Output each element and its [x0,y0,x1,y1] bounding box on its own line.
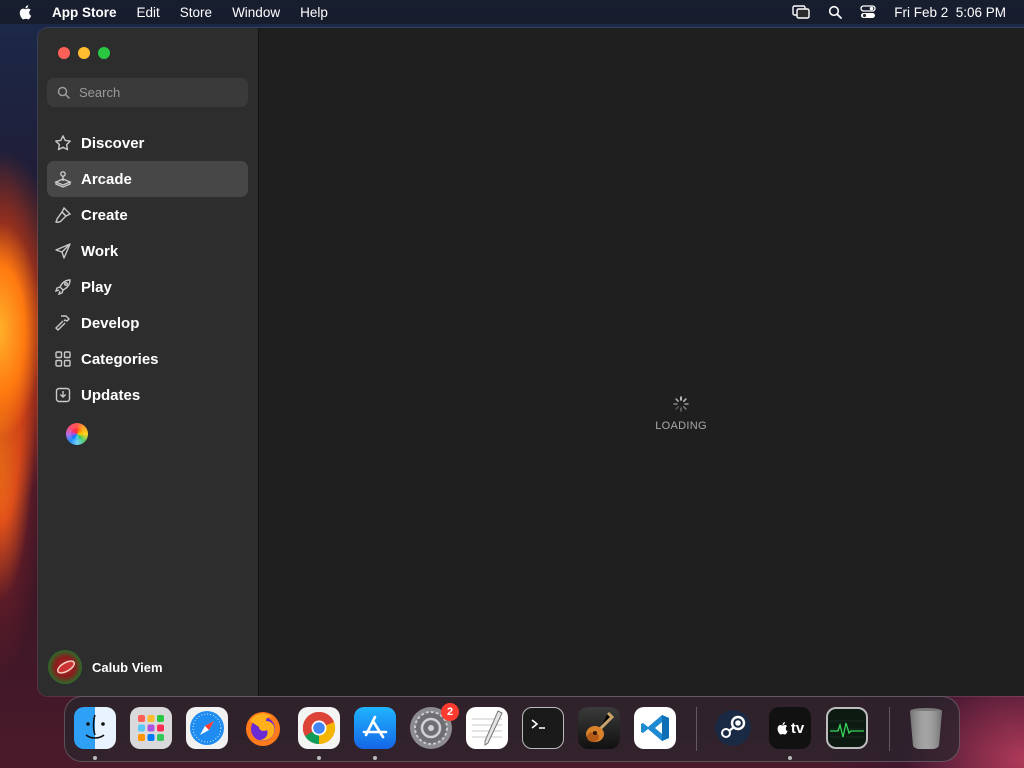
menu-edit[interactable]: Edit [137,5,160,20]
loading-indicator: LOADING [636,396,726,432]
trash-icon[interactable] [905,707,947,749]
star-icon [53,133,73,153]
zoom-window-button[interactable] [98,47,110,59]
sidebar-item-label: Work [81,242,119,260]
finder-icon[interactable] [74,707,116,749]
main-content: LOADING [259,28,1024,696]
loading-label: LOADING [655,420,707,432]
app-store-window: Discover Arcade Create Work [38,28,1024,696]
sidebar-nav: Discover Arcade Create Work Play Develop… [47,125,248,413]
running-indicator [317,756,321,760]
firefox-icon[interactable] [242,707,284,749]
running-indicator [788,756,792,760]
sidebar-item-label: Categories [81,350,159,368]
vscode-icon[interactable] [634,707,676,749]
launchpad-icon[interactable] [130,707,172,749]
download-tray-icon [53,385,73,405]
menu-help[interactable]: Help [300,5,328,20]
chrome-icon[interactable] [298,707,340,749]
sidebar-item-develop[interactable]: Develop [47,305,248,341]
avatar [48,650,82,684]
safari-icon[interactable] [186,707,228,749]
search-field[interactable] [47,78,248,107]
minimize-window-button[interactable] [78,47,90,59]
sidebar-item-label: Create [81,206,128,224]
joystick-icon [53,169,73,189]
steam-icon[interactable] [712,707,754,749]
menubar-clock[interactable]: Fri Feb 2 5:06 PM [894,5,1006,20]
menu-bar: App Store Edit Store Window Help Fri Feb… [0,0,1024,24]
dock-separator [889,707,890,751]
sidebar: Discover Arcade Create Work [38,28,259,696]
running-indicator [93,756,97,760]
sidebar-item-label: Develop [81,314,140,332]
activity-monitor-icon[interactable] [826,707,868,749]
dock: 2 tv [64,696,960,762]
apple-logo-icon[interactable] [18,4,34,20]
sidebar-item-discover[interactable]: Discover [47,125,248,161]
window-controls [58,47,110,59]
textedit-icon[interactable] [466,707,508,749]
screen-mirroring-icon[interactable] [792,5,810,19]
apple-tv-label: tv [790,719,805,737]
paper-plane-icon [53,241,73,261]
color-picker-icon[interactable] [66,423,88,445]
sidebar-item-work[interactable]: Work [47,233,248,269]
sidebar-item-label: Updates [81,386,141,404]
app-store-icon[interactable] [354,707,396,749]
close-window-button[interactable] [58,47,70,59]
control-center-icon[interactable] [860,5,876,19]
apple-tv-icon[interactable]: tv [769,707,811,749]
sidebar-item-label: Discover [81,134,145,152]
notification-badge: 2 [441,703,459,721]
account-name: Calub Viem [92,659,163,675]
rocket-icon [53,277,73,297]
garageband-icon[interactable] [578,707,620,749]
spotlight-search-icon[interactable] [828,5,843,19]
sidebar-item-arcade[interactable]: Arcade [47,161,248,197]
sidebar-item-label: Play [81,278,112,296]
sidebar-item-play[interactable]: Play [47,269,248,305]
sidebar-item-create[interactable]: Create [47,197,248,233]
grid-icon [53,349,73,369]
search-icon [57,86,70,99]
account-profile[interactable]: Calub Viem [48,650,163,684]
menu-store[interactable]: Store [180,5,212,20]
spinner-icon [673,396,689,412]
sidebar-item-label: Arcade [81,170,132,188]
sidebar-item-categories[interactable]: Categories [47,341,248,377]
terminal-icon[interactable] [522,707,564,749]
menu-window[interactable]: Window [232,5,280,20]
running-indicator [373,756,377,760]
brush-icon [53,205,73,225]
sidebar-item-updates[interactable]: Updates [47,377,248,413]
search-input[interactable] [79,85,239,100]
hammer-icon [53,313,73,333]
dock-separator [696,707,697,751]
menu-app-name[interactable]: App Store [52,5,117,20]
